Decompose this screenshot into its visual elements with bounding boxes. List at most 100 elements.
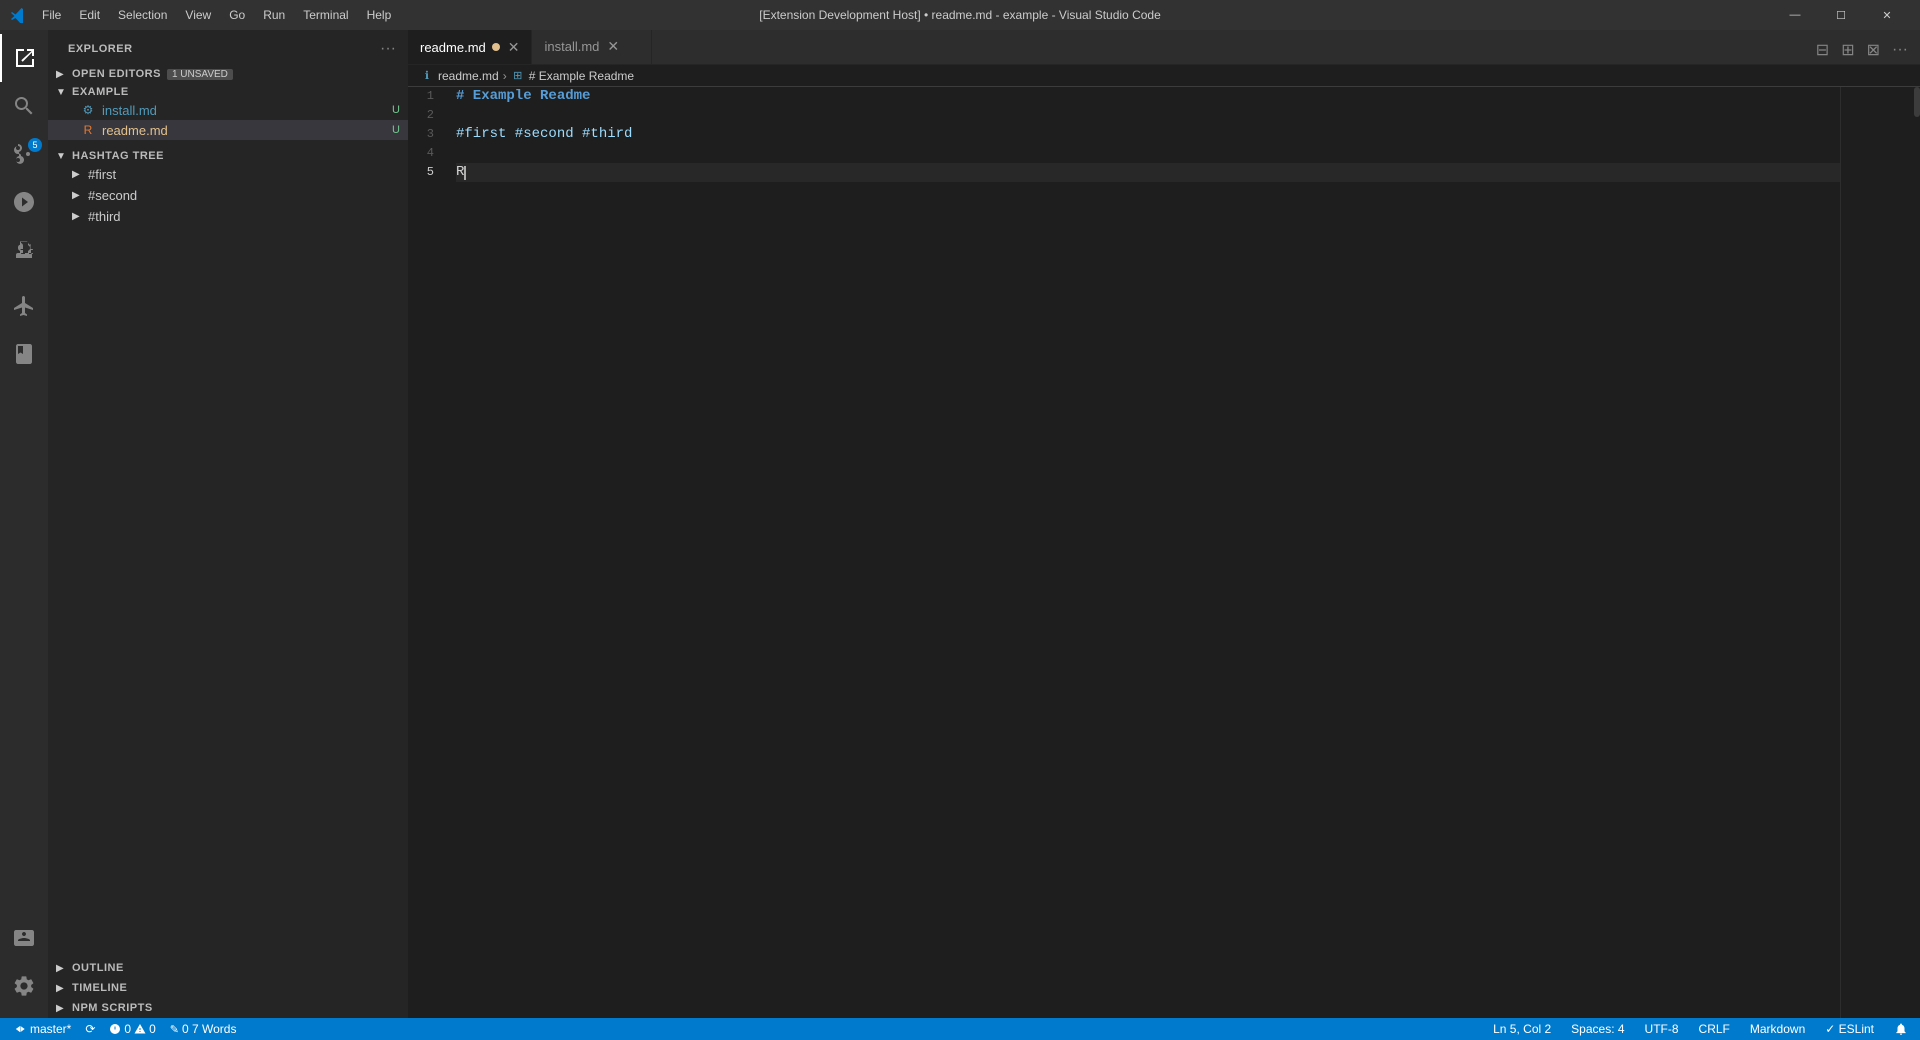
breadcrumb-file[interactable]: readme.md bbox=[438, 69, 499, 83]
menu-selection[interactable]: Selection bbox=[110, 6, 175, 24]
hashtag-item-second[interactable]: ▶ #second bbox=[48, 185, 408, 206]
status-position[interactable]: Ln 5, Col 2 bbox=[1489, 1018, 1555, 1040]
menu-run[interactable]: Run bbox=[255, 6, 293, 24]
outline-arrow: ▶ bbox=[56, 963, 68, 974]
minimap-slider[interactable] bbox=[1914, 87, 1920, 117]
status-remote[interactable]: master* bbox=[8, 1018, 75, 1040]
example-folder-arrow: ▼ bbox=[56, 87, 68, 98]
hashtag-second-arrow: ▶ bbox=[72, 190, 84, 201]
tab-bar: readme.md ✕ install.md ✕ ⊟ ⊞ ⊠ ··· bbox=[408, 30, 1920, 65]
more-actions-button[interactable]: ··· bbox=[1888, 37, 1912, 63]
tab-readme-close[interactable]: ✕ bbox=[508, 39, 520, 56]
menu-help[interactable]: Help bbox=[359, 6, 400, 24]
timeline-section[interactable]: ▶ TIMELINE bbox=[48, 978, 408, 998]
editor-layout-button[interactable]: ⊞ bbox=[1837, 36, 1858, 64]
code-line-1: # Example Readme bbox=[456, 87, 1840, 106]
search-activity-icon[interactable] bbox=[0, 82, 48, 130]
sync-icon: ⟳ bbox=[85, 1022, 95, 1036]
status-bar-left: master* ⟳ 0 0 ✎ 0 7 Words bbox=[8, 1018, 240, 1040]
example-folder-header[interactable]: ▼ EXAMPLE bbox=[48, 84, 408, 100]
menu-terminal[interactable]: Terminal bbox=[295, 6, 356, 24]
status-language[interactable]: Markdown bbox=[1746, 1018, 1809, 1040]
npm-scripts-section[interactable]: ▶ NPM SCRIPTS bbox=[48, 998, 408, 1018]
hashtag-third-arrow: ▶ bbox=[72, 211, 84, 222]
menu-edit[interactable]: Edit bbox=[71, 6, 108, 24]
language-text: Markdown bbox=[1750, 1022, 1805, 1036]
eslint-text: ✓ ESLint bbox=[1825, 1022, 1874, 1036]
remote-explorer-activity-icon[interactable] bbox=[0, 282, 48, 330]
tab-readme[interactable]: readme.md ✕ bbox=[408, 30, 532, 64]
spaces-text: Spaces: 4 bbox=[1571, 1022, 1624, 1036]
tab-readme-dirty bbox=[492, 43, 500, 51]
open-editors-header[interactable]: ▶ Open Editors 1 UNSAVED bbox=[48, 64, 408, 84]
extensions-activity-icon[interactable] bbox=[0, 226, 48, 274]
source-control-activity-icon[interactable]: 5 bbox=[0, 130, 48, 178]
status-spaces[interactable]: Spaces: 4 bbox=[1567, 1018, 1628, 1040]
pencil-icon: ✎ bbox=[170, 1023, 179, 1036]
sidebar-more-button[interactable]: ··· bbox=[380, 40, 396, 58]
file-name-install: install.md bbox=[102, 103, 392, 118]
line-num-5: 5 bbox=[408, 163, 444, 182]
account-activity-icon[interactable] bbox=[0, 914, 48, 962]
title-bar: File Edit Selection View Go Run Terminal… bbox=[0, 0, 1920, 30]
tab-install-close[interactable]: ✕ bbox=[607, 38, 619, 55]
error-count: 0 bbox=[124, 1022, 131, 1036]
status-errors[interactable]: 0 0 bbox=[105, 1018, 159, 1040]
menu-file[interactable]: File bbox=[34, 6, 69, 24]
status-bar-right: Ln 5, Col 2 Spaces: 4 UTF-8 CRLF Markdow… bbox=[1489, 1018, 1912, 1040]
status-notifications[interactable] bbox=[1890, 1018, 1912, 1040]
warning-icon bbox=[134, 1023, 146, 1035]
collapse-all-button[interactable]: ⊠ bbox=[1863, 36, 1884, 64]
hashtag-tree-header[interactable]: ▼ HASHTAG TREE bbox=[48, 148, 408, 164]
code-line-2 bbox=[456, 106, 1840, 125]
file-item-readme[interactable]: R readme.md U bbox=[48, 120, 408, 140]
file-icon-readme: R bbox=[80, 122, 96, 138]
breadcrumb-section[interactable]: # Example Readme bbox=[529, 69, 634, 83]
source-control-badge: 5 bbox=[28, 138, 42, 152]
code-editor[interactable]: 1 2 3 4 5 # Example Readme #first #secon… bbox=[408, 87, 1920, 1018]
explorer-activity-icon[interactable] bbox=[0, 34, 48, 82]
hashtag-item-third[interactable]: ▶ #third bbox=[48, 206, 408, 227]
minimize-button[interactable]: — bbox=[1772, 0, 1818, 30]
hashtag-tree-arrow: ▼ bbox=[56, 151, 68, 162]
tab-install[interactable]: install.md ✕ bbox=[532, 30, 652, 64]
file-badge-readme: U bbox=[392, 124, 400, 136]
error-icon bbox=[109, 1023, 121, 1035]
maximize-button[interactable]: ☐ bbox=[1818, 0, 1864, 30]
status-line-ending[interactable]: CRLF bbox=[1695, 1018, 1734, 1040]
hashtag-item-first[interactable]: ▶ #first bbox=[48, 164, 408, 185]
sidebar-header: Explorer ··· bbox=[48, 30, 408, 64]
position-text: Ln 5, Col 2 bbox=[1493, 1022, 1551, 1036]
npm-scripts-label: NPM SCRIPTS bbox=[72, 1002, 153, 1014]
code-line-3-text: #first #second #third bbox=[456, 125, 632, 144]
npm-scripts-arrow: ▶ bbox=[56, 1003, 68, 1014]
sidebar-title: Explorer bbox=[68, 43, 133, 55]
split-editor-button[interactable]: ⊟ bbox=[1812, 36, 1833, 64]
status-sync[interactable]: ⟳ bbox=[81, 1018, 99, 1040]
code-line-5: R bbox=[456, 163, 1840, 182]
open-editors-badge: 1 UNSAVED bbox=[167, 69, 233, 80]
file-item-install[interactable]: ⚙ install.md U bbox=[48, 100, 408, 120]
code-line-3: #first #second #third bbox=[456, 125, 1840, 144]
line-num-3: 3 bbox=[408, 125, 444, 144]
timeline-label: TIMELINE bbox=[72, 982, 127, 994]
status-encoding[interactable]: UTF-8 bbox=[1641, 1018, 1683, 1040]
menu-go[interactable]: Go bbox=[221, 6, 253, 24]
book-activity-icon[interactable] bbox=[0, 330, 48, 378]
activity-bar: 5 bbox=[0, 30, 48, 1018]
line-num-1: 1 bbox=[408, 87, 444, 106]
hashtag-second-label: #second bbox=[88, 188, 137, 203]
status-eslint[interactable]: ✓ ESLint bbox=[1821, 1018, 1878, 1040]
settings-activity-icon[interactable] bbox=[0, 962, 48, 1010]
outline-label: OUTLINE bbox=[72, 962, 124, 974]
code-content[interactable]: # Example Readme #first #second #third R bbox=[452, 87, 1840, 1018]
line-num-4: 4 bbox=[408, 144, 444, 163]
close-button[interactable]: ✕ bbox=[1864, 0, 1910, 30]
menu-view[interactable]: View bbox=[177, 6, 219, 24]
window-controls: — ☐ ✕ bbox=[1772, 0, 1910, 30]
line-num-2: 2 bbox=[408, 106, 444, 125]
status-words[interactable]: ✎ 0 7 Words bbox=[166, 1018, 241, 1040]
line-numbers: 1 2 3 4 5 bbox=[408, 87, 452, 1018]
run-activity-icon[interactable] bbox=[0, 178, 48, 226]
outline-section[interactable]: ▶ OUTLINE bbox=[48, 958, 408, 978]
